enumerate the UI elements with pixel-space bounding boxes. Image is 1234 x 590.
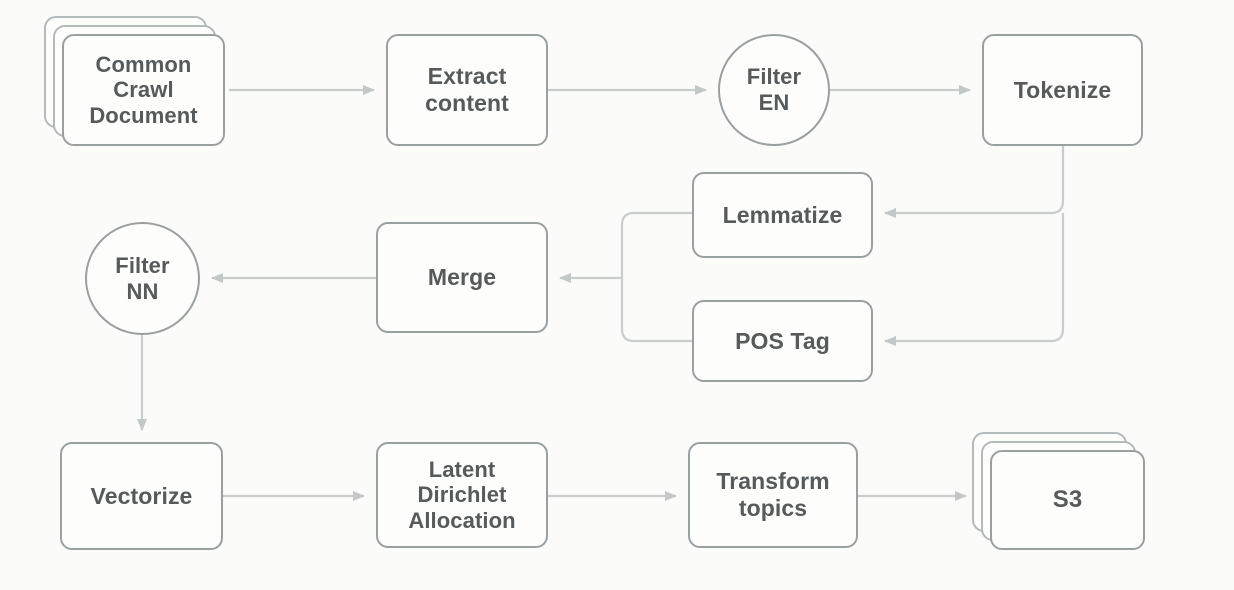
node-lda[interactable]: Latent Dirichlet Allocation xyxy=(376,442,548,548)
node-label-pos_tag: POS Tag xyxy=(735,327,830,354)
node-label-merge: Merge xyxy=(427,264,497,291)
edge-tokenize-to-lemmatize xyxy=(884,146,1065,218)
node-filter_en[interactable]: Filter EN xyxy=(718,34,830,146)
node-lemmatize[interactable]: Lemmatize xyxy=(692,172,873,258)
node-s3[interactable]: S3 xyxy=(990,450,1145,550)
node-extract[interactable]: Extract content xyxy=(386,34,548,146)
node-label-lemmatize: Lemmatize xyxy=(722,201,843,228)
node-merge[interactable]: Merge xyxy=(376,222,548,333)
node-label-filter_nn: Filter NN xyxy=(115,252,170,304)
node-label-lda: Latent Dirichlet Allocation xyxy=(408,456,516,533)
node-label-tokenize: Tokenize xyxy=(1013,76,1112,103)
node-transform[interactable]: Transform topics xyxy=(688,442,858,548)
node-label-s3: S3 xyxy=(1052,486,1083,514)
edge-tokenize-to-pos_tag xyxy=(884,213,1065,346)
node-label-transform: Transform topics xyxy=(716,468,830,521)
node-pos_tag[interactable]: POS Tag xyxy=(692,300,873,382)
node-vectorize[interactable]: Vectorize xyxy=(60,442,223,550)
node-filter_nn[interactable]: Filter NN xyxy=(85,222,200,335)
node-tokenize[interactable]: Tokenize xyxy=(982,34,1143,146)
node-label-filter_en: Filter EN xyxy=(746,64,802,115)
node-label-common_crawl: Common Crawl Document xyxy=(89,51,198,128)
diagram-canvas: Common Crawl Document Extract content Filt… xyxy=(0,0,1234,590)
node-label-vectorize: Vectorize xyxy=(90,482,193,509)
node-common_crawl[interactable]: Common Crawl Document xyxy=(62,34,225,146)
node-label-extract: Extract content xyxy=(425,63,509,116)
